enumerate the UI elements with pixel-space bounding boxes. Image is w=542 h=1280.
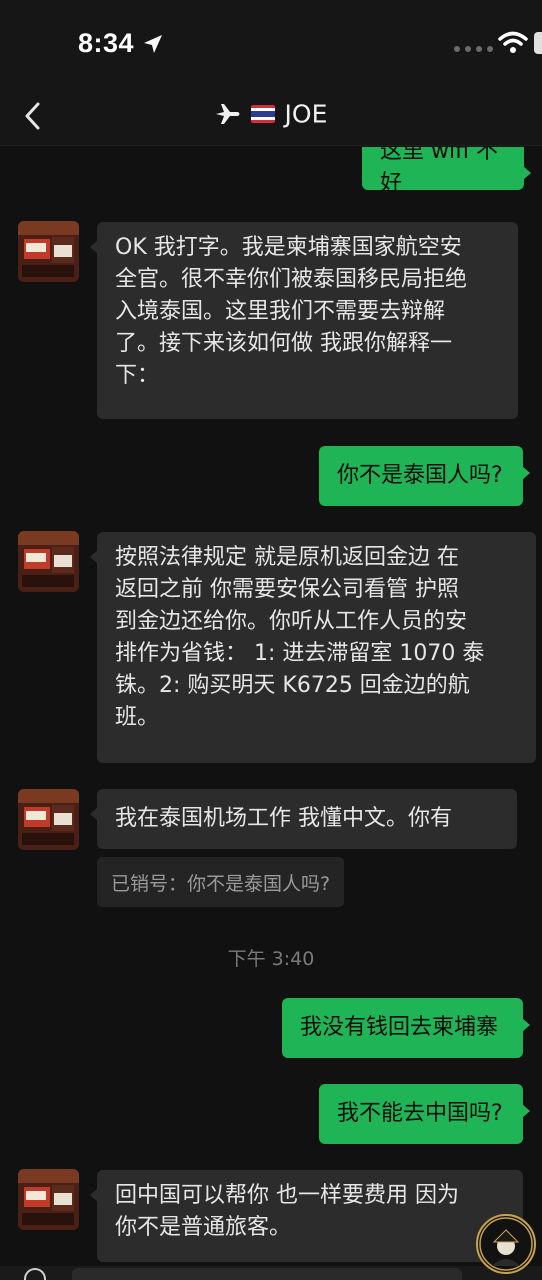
message-line: 排作为省钱： 1: 进去滞留室 1070 泰 [115,641,485,666]
chat-title[interactable]: JOE [0,98,542,129]
message-outgoing[interactable]: 这里 wifi 不好 [362,147,531,196]
airplane-icon [215,104,240,124]
contact-avatar[interactable] [18,789,79,850]
message-line: 班。 [115,705,160,730]
message-list[interactable]: 这里 wifi 不好 OK 我打字。我是柬埔寨国家航空安 全官。很不幸你们被泰国… [0,147,542,1280]
status-bar: 8:34 [0,0,542,88]
message-line: 我在泰国机场工作 我懂中文。你有 [115,806,452,831]
watermark-icon [479,1217,533,1271]
cellular-signal-icon [454,46,494,52]
message-incoming[interactable]: 回中国可以帮你 也一样要费用 因为 你不是普通旅客。 [90,1170,523,1262]
contact-avatar[interactable] [18,1169,79,1230]
message-line: OK 我打字。我是柬埔寨国家航空安 [115,235,462,260]
message-text: 我没有钱回去柬埔寨 [300,1015,499,1040]
message-line: 按照法律规定 就是原机返回金边 在 [115,545,459,570]
time-divider: 下午 3:40 [227,948,315,970]
message-incoming[interactable]: 按照法律规定 就是原机返回金边 在 返回之前 你需要安保公司看管 护照 到金边还… [90,532,536,763]
location-arrow-icon [144,35,162,53]
message-line: 回中国可以帮你 也一样要费用 因为 [115,1183,459,1208]
battery-icon [534,32,542,54]
chat-title-text: JOE [284,99,328,129]
message-line: 铢。2: 购买明天 K6725 回金边的航 [115,673,470,698]
message-outgoing[interactable]: 我没有钱回去柬埔寨 [282,998,530,1058]
message-text: 我不能去中国吗? [337,1101,503,1126]
message-line: 下： [115,363,160,388]
message-line: 了。接下来该如何做 我跟你解释一 [115,331,452,356]
message-line: 你不是普通旅客。 [115,1215,292,1240]
status-time: 8:34 [78,28,135,58]
message-input[interactable] [72,1268,462,1280]
wifi-icon [498,31,528,53]
watermark-logo [476,1214,536,1274]
message-line: 入境泰国。这里我们不需要去辩解 [115,299,446,324]
quoted-message[interactable]: 已销号：你不是泰国人吗? [97,857,345,907]
message-outgoing[interactable]: 我不能去中国吗? [319,1084,530,1144]
message-incoming[interactable]: 我在泰国机场工作 我懂中文。你有 [90,789,517,849]
thailand-flag-icon [250,105,275,123]
message-line: 全官。很不幸你们被泰国移民局拒绝 [115,267,468,292]
message-incoming[interactable]: OK 我打字。我是柬埔寨国家航空安 全官。很不幸你们被泰国移民局拒绝 入境泰国。… [90,222,518,419]
message-line: 返回之前 你需要安保公司看管 护照 [115,577,459,602]
quoted-message-text: 已销号：你不是泰国人吗? [111,872,331,895]
contact-avatar[interactable] [18,531,79,592]
message-text: 这里 wifi 不好 [380,147,498,196]
message-outgoing[interactable]: 你不是泰国人吗? [319,446,530,506]
chat-header: JOE [0,88,542,146]
message-line: 到金边还给你。你听从工作人员的安 [115,609,468,634]
contact-avatar[interactable] [18,221,79,282]
message-text: 你不是泰国人吗? [337,463,503,488]
